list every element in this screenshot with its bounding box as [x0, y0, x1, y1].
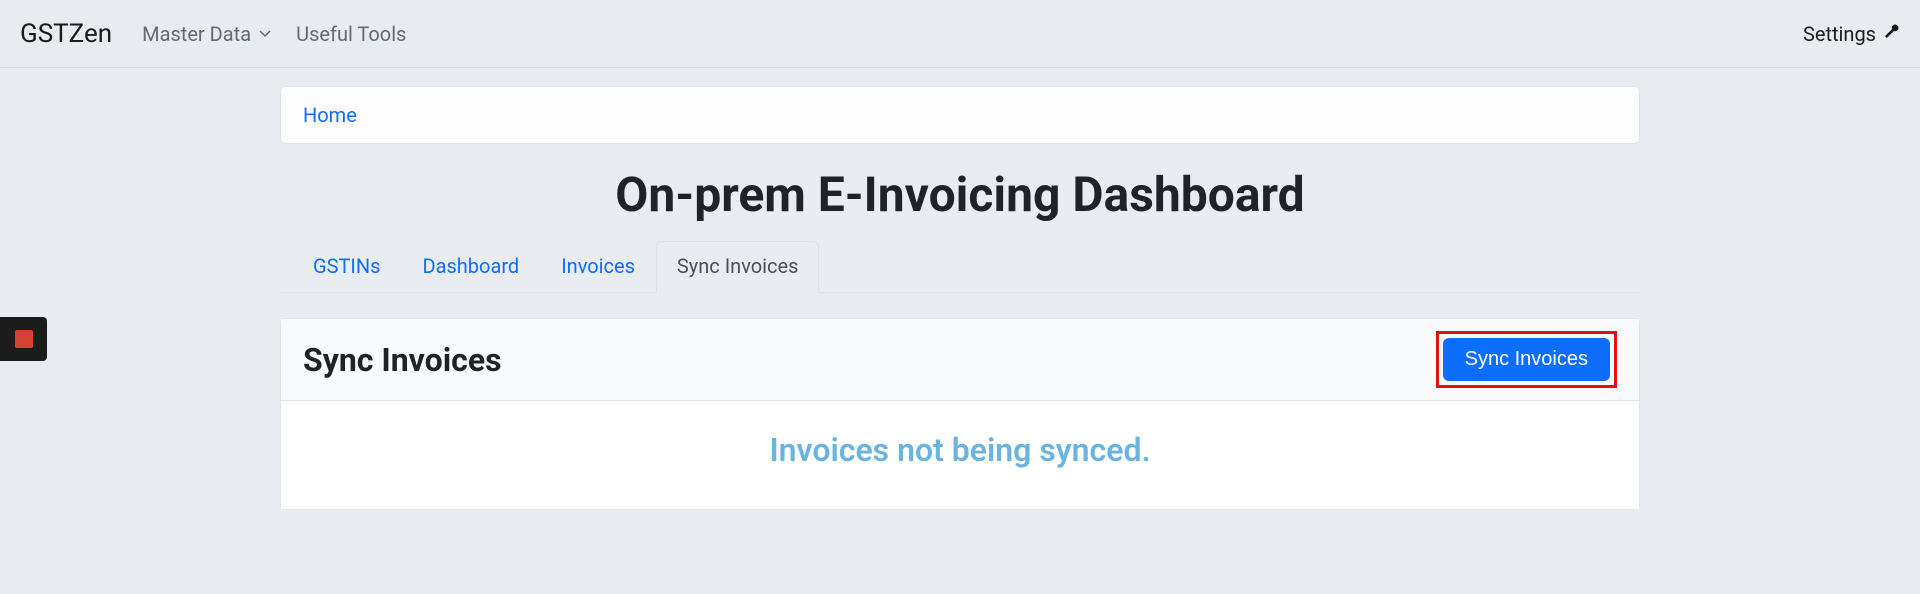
brand-logo[interactable]: GSTZen: [20, 19, 112, 49]
sync-status-text: Invoices not being synced.: [301, 431, 1619, 469]
tab-gstins[interactable]: GSTINs: [292, 241, 401, 293]
breadcrumb-home[interactable]: Home: [303, 103, 357, 127]
record-square-icon: [15, 330, 33, 348]
nav-settings-label: Settings: [1803, 22, 1876, 46]
nav-master-data[interactable]: Master Data: [142, 22, 271, 46]
page-title: On-prem E-Invoicing Dashboard: [280, 166, 1640, 223]
main-container: Home On-prem E-Invoicing Dashboard GSTIN…: [280, 68, 1640, 510]
side-record-marker[interactable]: [0, 317, 47, 361]
panel-body: Invoices not being synced.: [281, 401, 1639, 509]
panel-title: Sync Invoices: [303, 341, 1436, 379]
wrench-icon: [1882, 22, 1900, 46]
breadcrumb: Home: [280, 86, 1640, 144]
nav-master-data-label: Master Data: [142, 22, 251, 46]
nav-useful-tools[interactable]: Useful Tools: [296, 22, 406, 46]
sync-invoices-button[interactable]: Sync Invoices: [1443, 338, 1610, 381]
sync-button-highlight: Sync Invoices: [1436, 331, 1617, 388]
caret-down-icon: [259, 30, 271, 38]
tab-dashboard[interactable]: Dashboard: [401, 241, 540, 293]
navbar: GSTZen Master Data Useful Tools Settings: [0, 0, 1920, 68]
panel-header: Sync Invoices Sync Invoices: [281, 319, 1639, 401]
tab-bar: GSTINs Dashboard Invoices Sync Invoices: [280, 241, 1640, 293]
sync-invoices-panel: Sync Invoices Sync Invoices Invoices not…: [280, 318, 1640, 510]
tab-invoices[interactable]: Invoices: [540, 241, 656, 293]
tab-sync-invoices[interactable]: Sync Invoices: [656, 241, 820, 293]
nav-settings[interactable]: Settings: [1803, 22, 1900, 46]
